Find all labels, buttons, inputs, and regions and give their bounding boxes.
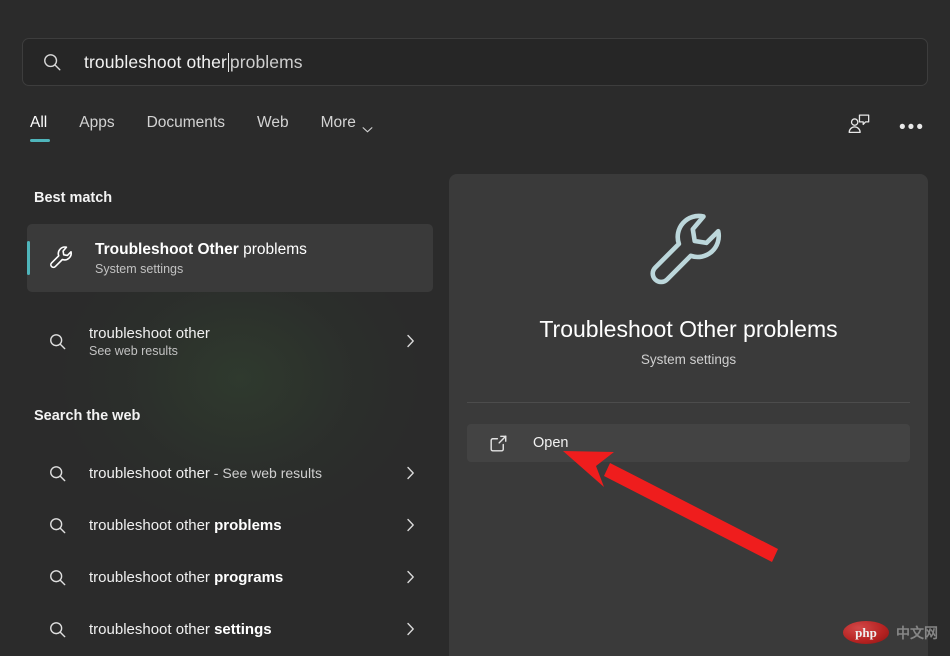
external-link-icon: [489, 434, 508, 453]
search-icon: [47, 567, 68, 588]
filter-tabs: All Apps Documents Web More: [30, 112, 405, 154]
list-item[interactable]: troubleshoot other programs: [27, 550, 433, 604]
watermark-text: 中文网: [896, 624, 938, 641]
search-icon: [47, 515, 68, 536]
search-icon: [47, 463, 68, 484]
text-caret: [227, 52, 229, 72]
list-item-title-bold: settings: [214, 620, 272, 638]
windows-search-overlay: troubleshoot other problems All Apps Docu…: [0, 0, 950, 656]
tab-all-label: All: [30, 114, 48, 131]
search-icon: [47, 331, 68, 352]
tab-documents[interactable]: Documents: [147, 112, 242, 132]
open-button-label: Open: [533, 435, 569, 451]
list-item-title-plain: troubleshoot other: [89, 516, 215, 534]
search-typed-text: troubleshoot other: [84, 51, 227, 72]
best-match-title-rest: problems: [238, 240, 307, 258]
more-options-button[interactable]: •••: [896, 112, 928, 142]
tab-web-label: Web: [256, 114, 289, 131]
preview-divider: [467, 402, 910, 403]
list-item-title-plain: troubleshoot other: [89, 568, 215, 586]
best-match-item[interactable]: Troubleshoot Other problems System setti…: [27, 224, 433, 292]
preview-icon-wrapper: [449, 206, 928, 307]
header-tools: •••: [842, 112, 928, 142]
best-match-header: Best match: [34, 190, 113, 206]
tab-web[interactable]: Web: [257, 112, 306, 132]
watermark-badge: php: [843, 621, 889, 644]
ellipsis-icon: •••: [899, 116, 925, 138]
wrench-icon: [47, 243, 77, 273]
list-item-title-suffix: - See web results: [209, 464, 322, 481]
list-item-title-plain: troubleshoot other: [89, 464, 210, 482]
results-list: Best match Troubleshoot Other problems S…: [0, 168, 449, 656]
preview-panel: Troubleshoot Other problems System setti…: [449, 174, 928, 656]
chevron-down-icon: [362, 120, 373, 133]
chevron-right-icon[interactable]: [406, 518, 415, 532]
tab-active-underline: [30, 139, 50, 142]
watermark: php 中文网: [843, 621, 938, 644]
feedback-person-icon: [846, 113, 871, 141]
web-suggestion-title: troubleshoot other: [89, 324, 210, 342]
chevron-right-icon[interactable]: [406, 334, 415, 348]
chevron-right-icon[interactable]: [406, 466, 415, 480]
list-item-title-plain: troubleshoot other: [89, 620, 215, 638]
search-box[interactable]: troubleshoot other problems: [22, 38, 928, 86]
tab-all[interactable]: All: [30, 112, 64, 142]
wrench-icon: [641, 206, 737, 307]
list-item-title: troubleshoot other problems: [89, 517, 406, 534]
best-match-title: Troubleshoot Other problems: [95, 240, 307, 261]
web-suggestion-subtitle: See web results: [89, 343, 178, 358]
list-item[interactable]: troubleshoot other - See web results: [27, 446, 433, 500]
list-item-title-bold: problems: [214, 516, 282, 534]
best-match-subtitle: System settings: [95, 262, 184, 277]
web-suggestion-item[interactable]: troubleshoot other See web results: [27, 314, 433, 368]
tab-apps[interactable]: Apps: [79, 112, 131, 132]
search-icon: [47, 619, 68, 640]
list-item[interactable]: troubleshoot other settings: [27, 602, 433, 656]
tab-more-label: More: [320, 114, 356, 131]
chevron-right-icon[interactable]: [406, 622, 415, 636]
list-item-title: troubleshoot other settings: [89, 621, 406, 638]
selection-accent-bar: [27, 241, 30, 275]
preview-subtitle: System settings: [640, 352, 737, 367]
list-item[interactable]: troubleshoot other problems: [27, 498, 433, 552]
search-the-web-header: Search the web: [34, 408, 141, 424]
list-item-title: troubleshoot other - See web results: [89, 465, 406, 482]
list-item-title: troubleshoot other programs: [89, 569, 406, 586]
feedback-button[interactable]: [842, 112, 874, 142]
list-item-title-bold: programs: [214, 568, 284, 586]
tab-more[interactable]: More: [320, 112, 390, 133]
chevron-right-icon[interactable]: [406, 570, 415, 584]
preview-title: Troubleshoot Other problems: [539, 316, 838, 342]
search-input[interactable]: troubleshoot other problems: [84, 52, 303, 73]
search-icon: [41, 51, 63, 73]
open-button[interactable]: Open: [467, 424, 910, 462]
tab-apps-label: Apps: [79, 114, 115, 131]
search-suggestion-text: problems: [229, 51, 303, 72]
best-match-title-bold: Troubleshoot Other: [95, 240, 239, 258]
tab-documents-label: Documents: [146, 114, 225, 131]
